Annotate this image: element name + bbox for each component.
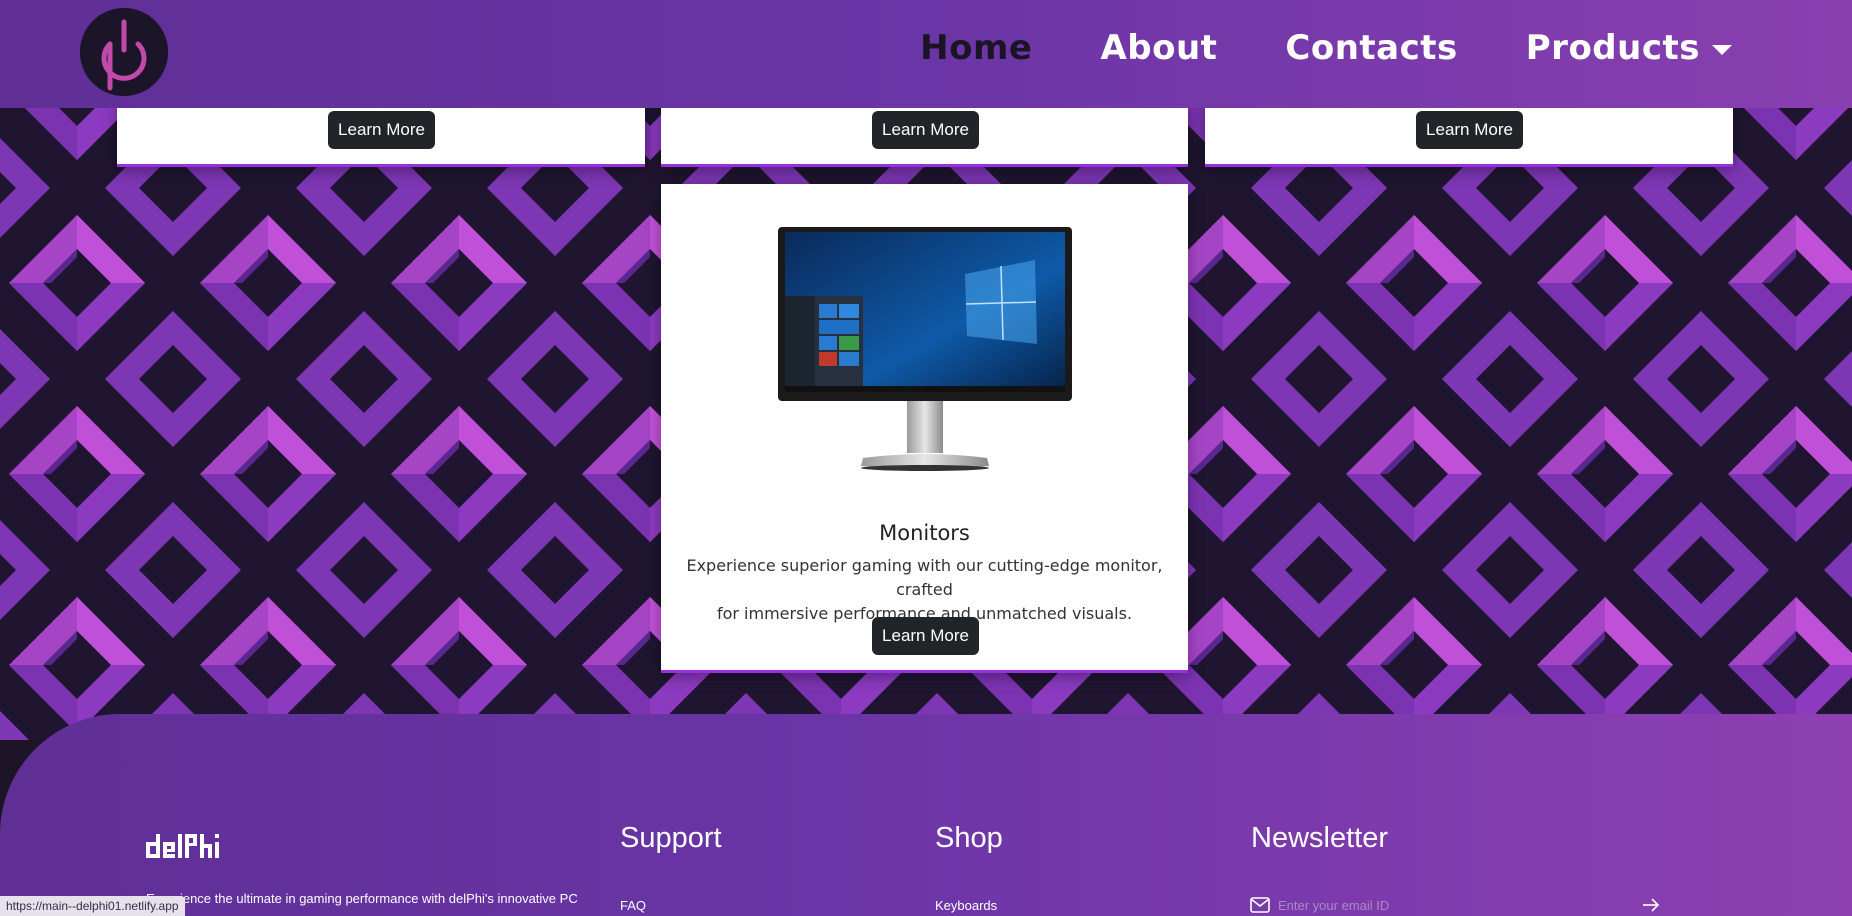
nav-products[interactable]: Products [1526,28,1732,68]
product-card-1: Learn More [117,100,645,167]
card-description: Experience superior gaming with our cutt… [681,554,1168,626]
main-nav: Home About Contacts Products [920,28,1732,68]
envelope-icon [1250,897,1270,913]
site-header: Home About Contacts Products [0,0,1852,108]
delphi-logo[interactable]: delPhi [146,826,224,860]
footer-heading-newsletter: Newsletter [1251,822,1388,854]
learn-more-button[interactable]: Learn More [1416,111,1523,149]
chevron-down-icon [1712,44,1732,55]
nav-about[interactable]: About [1100,28,1217,68]
product-card-2: Learn More [661,100,1188,167]
card-description-line-1: Experience superior gaming with our cutt… [686,556,1163,599]
nav-contacts[interactable]: Contacts [1285,28,1457,68]
footer-heading-support: Support [620,822,722,854]
footer-link-faq[interactable]: FAQ [620,898,646,913]
browser-status-url: https://main--delphi01.netlify.app [0,896,185,916]
nav-home[interactable]: Home [920,28,1032,68]
product-card-3: Learn More [1205,100,1733,167]
footer-description: Experience the ultimate in gaming perfor… [146,891,578,906]
learn-more-button[interactable]: Learn More [328,111,435,149]
monitor-image [778,227,1072,471]
learn-more-button[interactable]: Learn More [872,111,979,149]
footer-link-keyboards[interactable]: Keyboards [935,898,997,913]
site-footer: delPhi Experience the ultimate in gaming… [0,714,1852,916]
site-logo[interactable] [80,8,168,96]
power-logo-icon [80,8,168,96]
footer-heading-shop: Shop [935,822,1003,854]
product-card-monitors: Monitors Experience superior gaming with… [661,184,1188,673]
learn-more-button[interactable]: Learn More [872,617,979,655]
newsletter-form [1250,894,1670,916]
newsletter-email-input[interactable] [1278,894,1618,916]
nav-products-label: Products [1525,28,1700,68]
card-title: Monitors [879,521,970,545]
arrow-right-icon[interactable] [1642,898,1660,912]
